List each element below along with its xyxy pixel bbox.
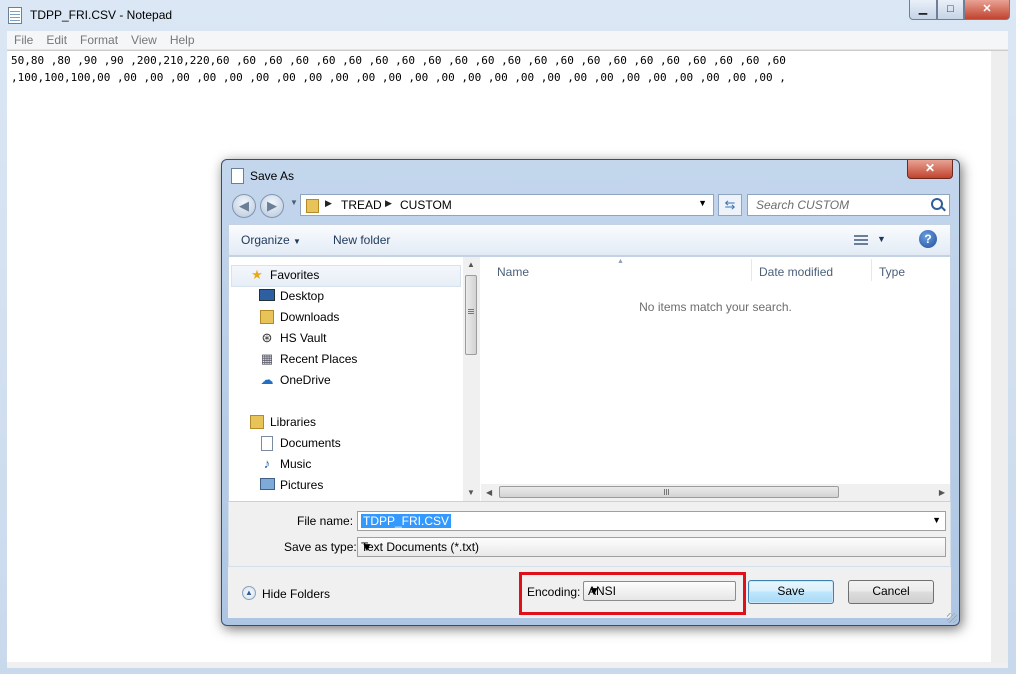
notepad-title: TDPP_FRI.CSV - Notepad <box>30 8 173 22</box>
empty-results-message: No items match your search. <box>639 300 792 314</box>
search-icon[interactable] <box>931 198 943 210</box>
maximize-button[interactable]: □ <box>937 0 964 20</box>
file-name-input[interactable]: TDPP_FRI.CSV ▼ <box>357 511 946 531</box>
menu-file[interactable]: File <box>7 31 39 49</box>
dialog-title: Save As <box>250 169 295 183</box>
recent-locations-dropdown[interactable]: ▼ <box>290 198 298 207</box>
libraries-icon <box>249 415 265 429</box>
notepad-menu-bar: File Edit Format View Help <box>7 31 1008 49</box>
notepad-title-bar: TDPP_FRI.CSV - Notepad ▁ □ ✕ <box>0 0 1016 30</box>
notepad-bottom-edge <box>7 662 1008 668</box>
dialog-footer: ▲ Hide Folders Encoding: ANSI ▼ Save Can… <box>228 567 951 618</box>
file-fields-area: File name: TDPP_FRI.CSV ▼ Save as type: … <box>228 502 951 567</box>
text-line-2: ,100,100,100,00 ,00 ,00 ,00 ,00 ,00 ,00 … <box>11 71 786 84</box>
breadcrumb-chevron-icon[interactable]: ▶ <box>325 198 332 209</box>
menu-help[interactable]: Help <box>163 31 201 49</box>
notepad-icon <box>8 7 22 24</box>
dialog-toolbar: Organize ▼ New folder ▼ ? <box>228 224 951 256</box>
column-divider[interactable] <box>751 259 752 281</box>
scroll-grip-icon <box>468 309 474 315</box>
scroll-left-icon[interactable]: ◀ <box>486 488 492 497</box>
pictures-icon <box>259 478 275 492</box>
address-dropdown-icon[interactable]: ▼ <box>698 198 707 208</box>
horizontal-scroll-grip-icon <box>664 489 670 495</box>
forward-button[interactable]: ▶ <box>260 194 284 218</box>
file-name-value: TDPP_FRI.CSV <box>361 514 452 528</box>
resize-grip-icon[interactable] <box>947 613 957 623</box>
encoding-select[interactable]: ANSI ▼ <box>583 581 736 601</box>
vault-icon: ⊛ <box>261 330 273 345</box>
music-icon: ♪ <box>263 456 271 471</box>
browser-panes: ★ Favorites Desktop Downloads ⊛ HS Vault… <box>228 256 951 502</box>
save-as-type-label: Save as type: <box>284 540 357 554</box>
search-input[interactable] <box>754 197 928 213</box>
navigation-pane: ★ Favorites Desktop Downloads ⊛ HS Vault… <box>229 257 463 501</box>
folder-icon <box>306 199 319 213</box>
back-arrow-icon: ◀ <box>239 198 249 213</box>
desktop-icon <box>259 289 275 303</box>
close-button[interactable]: ✕ <box>964 0 1010 20</box>
breadcrumb-chevron-icon[interactable]: ▶ <box>385 198 392 209</box>
encoding-dropdown-icon[interactable]: ▼ <box>588 584 731 598</box>
organize-button[interactable]: Organize ▼ <box>241 233 301 247</box>
navigation-pane-scrollbar[interactable]: ▲ ▼ <box>463 257 480 501</box>
cancel-button[interactable]: Cancel <box>848 580 934 604</box>
chevron-down-icon: ▼ <box>293 237 301 246</box>
collapse-up-icon: ▲ <box>242 586 256 600</box>
refresh-icon: ⇆ <box>724 197 736 212</box>
scroll-up-icon[interactable]: ▲ <box>467 260 475 269</box>
dialog-notepad-icon <box>231 168 244 184</box>
notepad-vertical-scrollbar[interactable] <box>991 51 1008 663</box>
view-options-dropdown-icon[interactable]: ▼ <box>877 234 886 244</box>
documents-icon <box>259 436 275 451</box>
column-type[interactable]: Type <box>879 265 905 279</box>
column-date-modified[interactable]: Date modified <box>759 265 833 279</box>
scroll-thumb[interactable] <box>465 275 477 355</box>
minimize-button[interactable]: ▁ <box>909 0 937 20</box>
file-name-label: File name: <box>297 514 354 528</box>
file-list-pane: ▲ Name Date modified Type No items match… <box>481 257 950 501</box>
refresh-button[interactable]: ⇆ <box>718 194 742 216</box>
file-name-dropdown-icon[interactable]: ▼ <box>932 515 941 525</box>
new-folder-button[interactable]: New folder <box>333 233 390 247</box>
menu-edit[interactable]: Edit <box>39 31 73 49</box>
search-box[interactable] <box>747 194 950 216</box>
save-as-dialog: Save As ✕ ◀ ▶ ▼ ▶ TREAD ▶ CUSTOM ▼ ⇆ Org… <box>221 159 960 626</box>
column-divider[interactable] <box>871 259 872 281</box>
help-icon[interactable]: ? <box>919 230 937 248</box>
breadcrumb-custom[interactable]: CUSTOM <box>400 198 452 212</box>
favorites-selection-highlight <box>231 265 461 287</box>
back-button[interactable]: ◀ <box>232 194 256 218</box>
downloads-icon <box>259 310 275 324</box>
cloud-icon: ☁ <box>260 372 274 387</box>
view-options-icon[interactable] <box>854 235 868 245</box>
dialog-close-button[interactable]: ✕ <box>907 160 953 179</box>
column-name[interactable]: Name <box>497 265 529 279</box>
recent-places-icon: ▦ <box>260 351 274 366</box>
address-bar[interactable]: ▶ TREAD ▶ CUSTOM ▼ <box>300 194 714 216</box>
save-as-type-dropdown-icon[interactable]: ▼ <box>361 540 941 554</box>
menu-view[interactable]: View <box>124 31 163 49</box>
breadcrumb-tread[interactable]: TREAD <box>341 198 382 212</box>
forward-arrow-icon: ▶ <box>267 198 277 213</box>
star-icon: ★ <box>251 267 263 282</box>
sort-ascending-icon: ▲ <box>617 258 624 265</box>
menu-format[interactable]: Format <box>73 31 124 49</box>
encoding-label: Encoding: <box>527 585 581 599</box>
save-button[interactable]: Save <box>748 580 834 604</box>
scroll-down-icon[interactable]: ▼ <box>467 488 475 497</box>
scroll-right-icon[interactable]: ▶ <box>939 488 945 497</box>
save-as-type-select[interactable]: Text Documents (*.txt) ▼ <box>357 537 946 557</box>
file-list-horizontal-scrollbar[interactable]: ◀ ▶ <box>481 484 950 501</box>
